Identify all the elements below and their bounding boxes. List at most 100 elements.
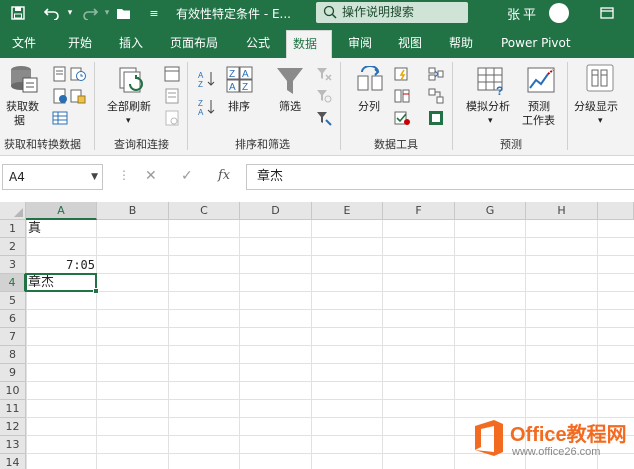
queries-connections-icon[interactable] — [164, 66, 180, 82]
row-header-1[interactable]: 1 — [0, 220, 26, 238]
tab-power-pivot[interactable]: Power Pivot — [495, 30, 577, 58]
search-input[interactable]: 操作说明搜索 — [316, 2, 468, 23]
sort-descending-icon[interactable]: ZA — [198, 98, 215, 117]
clear-filter-icon[interactable] — [316, 66, 332, 82]
from-web-icon[interactable] — [52, 88, 68, 104]
column-header-b[interactable]: B — [97, 202, 169, 220]
row-header-3[interactable]: 3 — [0, 256, 26, 274]
fill-handle[interactable] — [93, 288, 99, 294]
existing-connections-icon[interactable] — [70, 88, 86, 104]
row-header-14[interactable]: 14 — [0, 454, 26, 469]
what-if-analysis-icon[interactable]: ? — [476, 66, 506, 99]
row-header-9[interactable]: 9 — [0, 364, 26, 382]
column-header-partial[interactable] — [598, 202, 634, 220]
user-name[interactable]: 张平 — [507, 4, 539, 23]
active-cell-selection[interactable] — [25, 273, 99, 294]
column-header-e[interactable]: E — [312, 202, 383, 220]
select-all-button[interactable] — [0, 202, 26, 220]
row-header-13[interactable]: 13 — [0, 436, 26, 454]
row-header-10[interactable]: 10 — [0, 382, 26, 400]
text-to-columns-icon[interactable] — [356, 65, 386, 99]
column-header-a[interactable]: A — [26, 202, 97, 220]
sort-icon[interactable]: ZAAZ — [226, 66, 254, 97]
enter-icon[interactable]: ✓ — [181, 168, 193, 184]
avatar[interactable] — [549, 3, 569, 23]
tab-insert[interactable]: 插入 — [113, 30, 149, 58]
column-header-h[interactable]: H — [526, 202, 598, 220]
cell-a1[interactable]: 真 — [26, 220, 97, 238]
undo-dropdown-icon[interactable]: ▾ — [60, 3, 80, 23]
filter-icon[interactable] — [276, 66, 304, 99]
tab-file[interactable]: 文件 — [6, 30, 42, 58]
refresh-dropdown-icon[interactable]: ▾ — [126, 114, 131, 128]
refresh-all-label[interactable]: 全部刷新 — [107, 100, 151, 114]
name-box[interactable]: A4 ▼ — [2, 164, 103, 190]
undo-icon[interactable] — [42, 3, 62, 23]
name-box-dropdown-icon[interactable]: ▼ — [91, 165, 98, 189]
gridline — [26, 273, 634, 274]
from-text-icon[interactable] — [52, 66, 68, 82]
column-header-g[interactable]: G — [455, 202, 526, 220]
column-header-d[interactable]: D — [240, 202, 312, 220]
forecast-sheet-icon[interactable] — [526, 66, 556, 99]
group-label-sort-filter: 排序和筛选 — [235, 138, 290, 151]
row-header-11[interactable]: 11 — [0, 400, 26, 418]
ribbon-display-options-icon[interactable] — [597, 3, 617, 23]
sort-label[interactable]: 排序 — [228, 100, 250, 114]
remove-duplicates-icon[interactable] — [394, 88, 410, 104]
row-header-4[interactable]: 4 — [0, 274, 26, 292]
data-model-icon[interactable] — [428, 110, 444, 126]
get-data-label[interactable]: 获取数 — [6, 100, 39, 114]
gridline — [26, 237, 634, 238]
tab-help[interactable]: 帮助 — [443, 30, 479, 58]
reapply-icon[interactable] — [316, 88, 332, 104]
data-validation-icon[interactable] — [394, 110, 410, 126]
from-table-icon[interactable] — [52, 110, 68, 126]
properties-icon[interactable] — [164, 88, 180, 104]
edit-links-icon[interactable] — [164, 110, 180, 126]
get-data-icon[interactable] — [8, 64, 38, 97]
formula-input[interactable]: 章杰 — [246, 164, 634, 190]
svg-text:Z: Z — [198, 99, 203, 108]
save-icon[interactable] — [8, 3, 28, 23]
recent-sources-icon[interactable] — [70, 66, 86, 82]
outline-dropdown-icon[interactable]: ▾ — [598, 114, 603, 128]
svg-text:?: ? — [496, 84, 503, 96]
sort-ascending-icon[interactable]: AZ — [198, 70, 215, 89]
refresh-all-icon[interactable] — [118, 66, 146, 99]
tab-review[interactable]: 审阅 — [342, 30, 378, 58]
tab-formulas[interactable]: 公式 — [240, 30, 276, 58]
forecast-sheet-label[interactable]: 预测 — [528, 100, 550, 114]
get-data-label-2[interactable]: 据 — [14, 114, 25, 128]
tab-view[interactable]: 视图 — [392, 30, 428, 58]
relationships-icon[interactable] — [428, 88, 444, 104]
text-to-columns-label[interactable]: 分列 — [358, 100, 380, 114]
flash-fill-icon[interactable] — [394, 66, 410, 82]
outline-label[interactable]: 分级显示 — [574, 100, 618, 114]
column-header-c[interactable]: C — [169, 202, 240, 220]
row-header-12[interactable]: 12 — [0, 418, 26, 436]
row-header-6[interactable]: 6 — [0, 310, 26, 328]
cell-a3[interactable]: 7:05 — [26, 256, 97, 274]
row-header-8[interactable]: 8 — [0, 346, 26, 364]
what-if-dropdown-icon[interactable]: ▾ — [488, 114, 493, 128]
tab-home[interactable]: 开始 — [62, 30, 98, 58]
formula-bar: A4 ▼ ⋮ ✕ ✓ fx 章杰 — [0, 156, 634, 202]
group-label-forecast: 预测 — [500, 138, 522, 151]
cancel-icon[interactable]: ✕ — [145, 168, 157, 184]
what-if-analysis-label[interactable]: 模拟分析 — [466, 100, 510, 114]
row-header-7[interactable]: 7 — [0, 328, 26, 346]
advanced-filter-icon[interactable] — [316, 110, 332, 126]
forecast-sheet-label-2[interactable]: 工作表 — [522, 114, 555, 128]
consolidate-icon[interactable] — [428, 66, 444, 82]
tab-data[interactable]: 数据 — [286, 30, 332, 58]
row-header-5[interactable]: 5 — [0, 292, 26, 310]
row-header-2[interactable]: 2 — [0, 238, 26, 256]
tab-page-layout[interactable]: 页面布局 — [164, 30, 224, 58]
outline-icon[interactable] — [586, 64, 614, 97]
open-folder-icon[interactable] — [114, 3, 134, 23]
column-header-f[interactable]: F — [383, 202, 455, 220]
customize-toolbar-icon[interactable]: ≡ — [144, 3, 164, 23]
filter-label[interactable]: 筛选 — [279, 100, 301, 114]
insert-function-icon[interactable]: fx — [218, 168, 230, 183]
